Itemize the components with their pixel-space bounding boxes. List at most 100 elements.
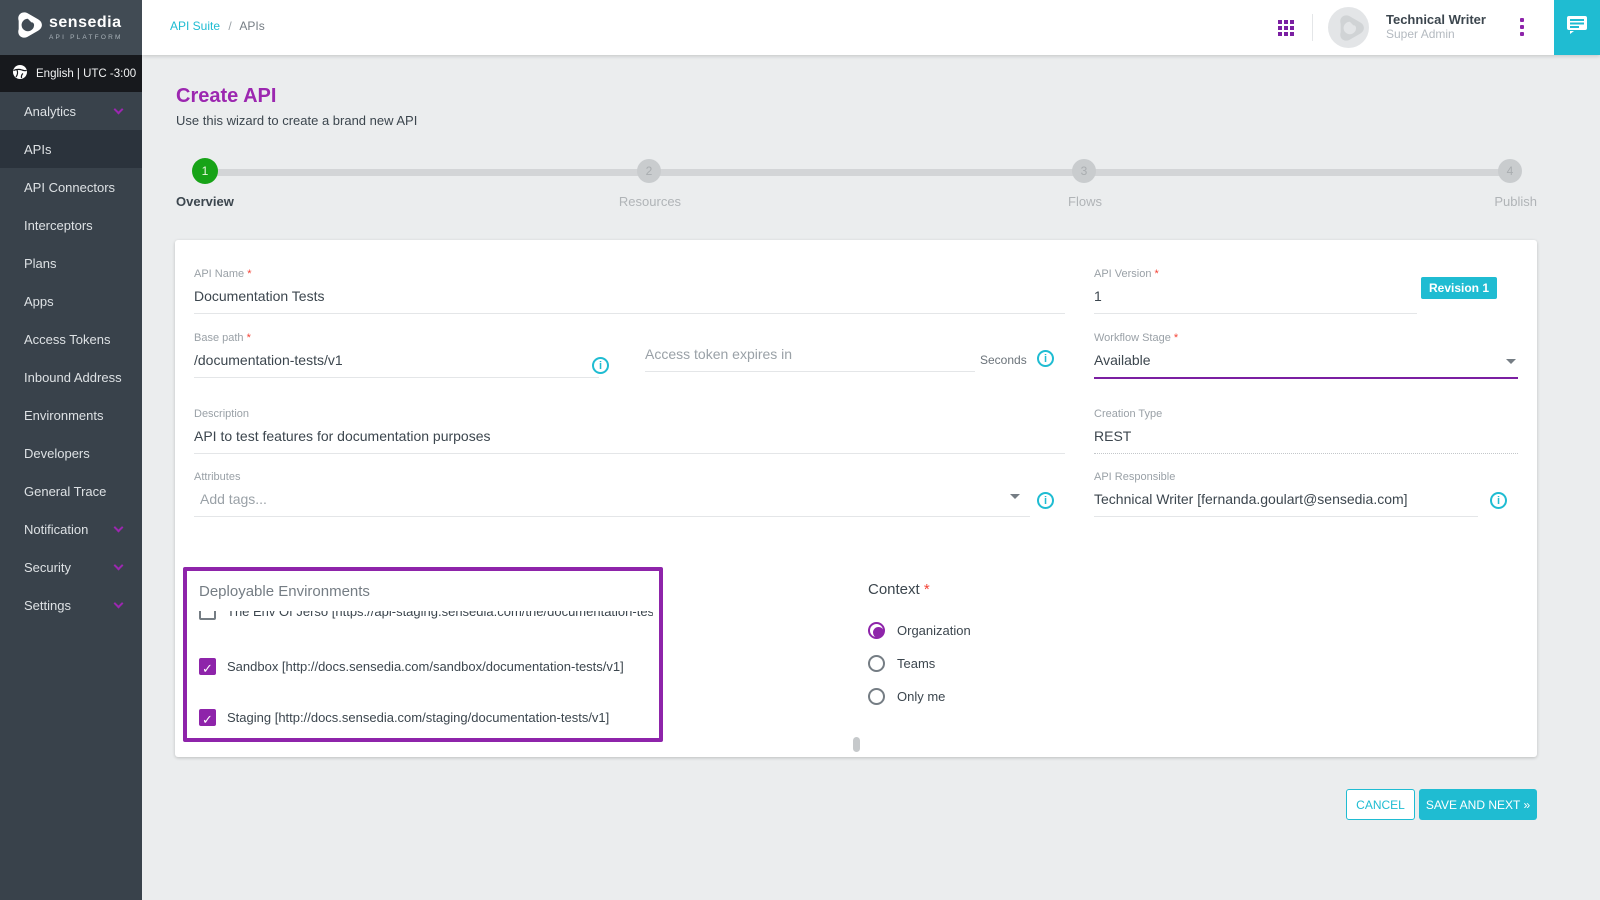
environment-option-staging[interactable]: Staging [http://docs.sensedia.com/stagin… <box>199 707 653 727</box>
sidebar-item-api-connectors[interactable]: API Connectors <box>0 168 142 206</box>
description-input[interactable] <box>194 426 1065 454</box>
overview-form-card: API Name * API Version * Revision 1 Base… <box>175 240 1537 757</box>
brand-logo[interactable]: sensedia API PLATFORM <box>0 0 142 55</box>
context-option-organization[interactable]: Organization <box>868 620 971 641</box>
token-expires-input[interactable] <box>645 344 975 372</box>
environment-label: The Env Of Jerso [https://api-staging.se… <box>227 611 653 619</box>
sidebar-item-plans[interactable]: Plans <box>0 244 142 282</box>
save-and-next-button[interactable]: SAVE AND NEXT » <box>1419 789 1537 820</box>
environment-option-sandbox[interactable]: Sandbox [http://docs.sensedia.com/sandbo… <box>199 656 653 676</box>
sidebar-item-label: Analytics <box>24 104 76 119</box>
avatar[interactable] <box>1328 7 1369 48</box>
header-divider <box>1312 14 1313 41</box>
attributes-info-icon[interactable] <box>1037 492 1054 509</box>
cancel-button[interactable]: CANCEL <box>1346 789 1415 820</box>
globe-icon <box>12 64 28 83</box>
sidebar-item-access-tokens[interactable]: Access Tokens <box>0 320 142 358</box>
base-path-info-icon[interactable] <box>592 357 609 374</box>
environment-option-jerso[interactable]: The Env Of Jerso [https://api-staging.se… <box>199 611 653 621</box>
page-subtitle: Use this wizard to create a brand new AP… <box>176 113 417 128</box>
api-responsible-info-icon[interactable] <box>1490 492 1507 509</box>
sidebar-item-label: Plans <box>24 256 57 271</box>
description-field-group: Description <box>194 408 1065 454</box>
radio-unselected-icon[interactable] <box>868 688 885 705</box>
required-asterisk: * <box>247 268 251 280</box>
workflow-stage-label: Workflow Stage * <box>1094 332 1518 344</box>
sidebar-item-developers[interactable]: Developers <box>0 434 142 472</box>
chat-button[interactable] <box>1554 0 1600 55</box>
top-header: API Suite / APIs Technical Writer Super … <box>142 0 1600 55</box>
language-selector[interactable]: English | UTC -3:00 <box>0 55 142 92</box>
creation-type-field-group: Creation Type <box>1094 408 1518 454</box>
step-circle-flows[interactable]: 3 <box>1072 159 1096 183</box>
chevron-down-icon <box>114 523 124 533</box>
radio-label: Teams <box>897 656 935 671</box>
breadcrumb: API Suite / APIs <box>170 19 265 33</box>
wizard-stepper: 1 2 3 4 Overview Resources Flows Publish <box>176 155 1537 217</box>
required-asterisk: * <box>924 581 930 598</box>
sidebar-item-apis[interactable]: APIs <box>0 130 142 168</box>
stepper-track <box>205 169 1511 176</box>
sidebar-item-interceptors[interactable]: Interceptors <box>0 206 142 244</box>
sidebar-item-settings[interactable]: Settings <box>0 586 142 624</box>
breadcrumb-api-suite[interactable]: API Suite <box>170 19 220 33</box>
radio-selected-icon[interactable] <box>868 622 885 639</box>
context-option-teams[interactable]: Teams <box>868 653 971 674</box>
sidebar-item-label: General Trace <box>24 484 106 499</box>
step-circle-publish[interactable]: 4 <box>1498 159 1522 183</box>
chevron-down-icon <box>114 599 124 609</box>
api-name-label: API Name * <box>194 268 1065 280</box>
checkbox-checked-icon[interactable] <box>199 658 216 675</box>
sidebar-item-environments[interactable]: Environments <box>0 396 142 434</box>
more-options-icon[interactable] <box>1520 18 1524 39</box>
step-number: 1 <box>202 164 209 178</box>
breadcrumb-separator: / <box>228 19 231 33</box>
sidebar-item-notification[interactable]: Notification <box>0 510 142 548</box>
sidebar-item-label: Notification <box>24 522 88 537</box>
sidebar-item-apps[interactable]: Apps <box>0 282 142 320</box>
user-name: Technical Writer <box>1386 12 1486 27</box>
creation-type-value <box>1094 426 1518 454</box>
step-circle-resources[interactable]: 2 <box>637 159 661 183</box>
checkbox-unchecked-icon[interactable] <box>199 611 216 620</box>
base-path-input[interactable] <box>194 350 599 378</box>
sidebar-item-label: Environments <box>24 408 103 423</box>
radio-label: Organization <box>897 623 971 638</box>
sidebar-item-label: Access Tokens <box>24 332 110 347</box>
scrollbar-thumb[interactable] <box>853 737 860 752</box>
chevron-down-icon <box>114 105 124 115</box>
step-circle-overview[interactable]: 1 <box>192 158 218 184</box>
sidebar-item-general-trace[interactable]: General Trace <box>0 472 142 510</box>
brand-tagline: API PLATFORM <box>49 34 123 41</box>
sidebar-item-analytics[interactable]: Analytics <box>0 92 142 130</box>
language-label: English | UTC -3:00 <box>36 68 136 80</box>
revision-badge[interactable]: Revision 1 <box>1421 277 1497 299</box>
workflow-stage-field-group: Workflow Stage * <box>1094 332 1518 379</box>
attributes-label: Attributes <box>194 471 1030 483</box>
user-info[interactable]: Technical Writer Super Admin <box>1386 12 1486 42</box>
token-expires-info-icon[interactable] <box>1037 350 1054 367</box>
api-version-label: API Version * <box>1094 268 1417 280</box>
api-version-input[interactable] <box>1094 286 1417 314</box>
sidebar-item-security[interactable]: Security <box>0 548 142 586</box>
attributes-input[interactable] <box>194 489 1030 517</box>
workflow-stage-select[interactable] <box>1094 350 1518 379</box>
radio-unselected-icon[interactable] <box>868 655 885 672</box>
sidebar-item-label: Developers <box>24 446 90 461</box>
attributes-field-group: Attributes <box>194 471 1030 517</box>
apps-grid-icon[interactable] <box>1278 20 1294 36</box>
environments-list: The Env Of Jerso [https://api-staging.se… <box>199 611 653 733</box>
environment-label: Sandbox [http://docs.sensedia.com/sandbo… <box>227 659 624 674</box>
checkbox-checked-icon[interactable] <box>199 709 216 726</box>
api-responsible-input[interactable] <box>1094 489 1478 517</box>
api-responsible-label: API Responsible <box>1094 471 1478 483</box>
step-number: 4 <box>1507 164 1514 178</box>
sidebar-item-label: APIs <box>24 142 51 157</box>
context-option-only-me[interactable]: Only me <box>868 686 971 707</box>
token-expires-field-group <box>645 344 975 372</box>
api-name-input[interactable] <box>194 286 1065 314</box>
sidebar-item-inbound-address[interactable]: Inbound Address <box>0 358 142 396</box>
chevron-down-icon <box>1506 359 1516 364</box>
radio-label: Only me <box>897 689 945 704</box>
step-label-flows: Flows <box>1025 194 1145 209</box>
